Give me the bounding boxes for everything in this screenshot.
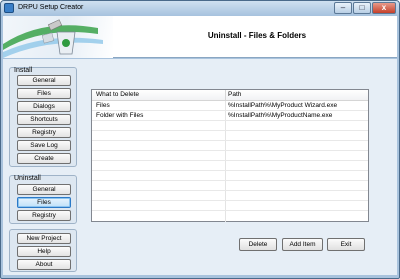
page-header: Uninstall - Files & Folders — [3, 16, 397, 58]
column-divider[interactable] — [225, 90, 226, 101]
install-dialogs-button[interactable]: Dialogs — [17, 101, 71, 112]
header-banner-graphic — [3, 16, 113, 58]
minimize-button[interactable]: – — [334, 2, 352, 14]
page-title: Uninstall - Files & Folders — [207, 31, 307, 40]
app-icon — [4, 3, 14, 13]
uninstall-registry-button[interactable]: Registry — [17, 210, 71, 221]
uninstall-items-list[interactable]: What to Delete Path Files %InstallPath%\… — [91, 89, 369, 222]
title-bar[interactable]: DRPU Setup Creator – □ x — [1, 1, 399, 16]
empty-row — [92, 161, 368, 171]
empty-row — [92, 181, 368, 191]
row-what: Files — [96, 102, 110, 109]
empty-row — [92, 171, 368, 181]
exit-button[interactable]: Exit — [327, 238, 365, 251]
app-window: DRPU Setup Creator – □ x Uninstall - Fil… — [0, 0, 400, 279]
save-log-button[interactable]: Save Log — [17, 140, 71, 151]
empty-row — [92, 191, 368, 201]
row-path: %InstallPath%\MyProductName.exe — [228, 112, 333, 119]
list-header: What to Delete Path — [92, 90, 368, 101]
empty-row — [92, 201, 368, 211]
install-group-label: Install — [14, 67, 33, 74]
empty-row — [92, 141, 368, 151]
row-path: %InstallPath%\MyProduct Wizard.exe — [228, 102, 338, 109]
maximize-button[interactable]: □ — [353, 2, 371, 14]
uninstall-group: Uninstall General Files Registry — [9, 175, 77, 224]
new-project-button[interactable]: New Project — [17, 233, 71, 244]
about-button[interactable]: About — [17, 259, 71, 270]
create-button[interactable]: Create — [17, 153, 71, 164]
install-shortcuts-button[interactable]: Shortcuts — [17, 114, 71, 125]
close-button[interactable]: x — [372, 2, 396, 14]
install-general-button[interactable]: General — [17, 75, 71, 86]
window-title: DRPU Setup Creator — [18, 4, 84, 11]
uninstall-files-button[interactable]: Files — [17, 197, 71, 208]
empty-row — [92, 121, 368, 131]
empty-row — [92, 151, 368, 161]
row-what: Folder with Files — [96, 112, 144, 119]
table-row[interactable]: Files %InstallPath%\MyProduct Wizard.exe — [92, 101, 368, 111]
project-group: New Project Help About — [9, 229, 77, 272]
help-button[interactable]: Help — [17, 246, 71, 257]
column-header-path[interactable]: Path — [228, 91, 241, 98]
add-item-button[interactable]: Add Item — [282, 238, 323, 251]
recycle-bin-icon — [3, 19, 103, 58]
column-header-what[interactable]: What to Delete — [96, 91, 139, 98]
empty-row — [92, 131, 368, 141]
uninstall-general-button[interactable]: General — [17, 184, 71, 195]
install-group: Install General Files Dialogs Shortcuts … — [9, 67, 77, 167]
table-row[interactable]: Folder with Files %InstallPath%\MyProduc… — [92, 111, 368, 121]
delete-button[interactable]: Delete — [239, 238, 277, 251]
uninstall-group-label: Uninstall — [14, 175, 41, 182]
install-files-button[interactable]: Files — [17, 88, 71, 99]
install-registry-button[interactable]: Registry — [17, 127, 71, 138]
